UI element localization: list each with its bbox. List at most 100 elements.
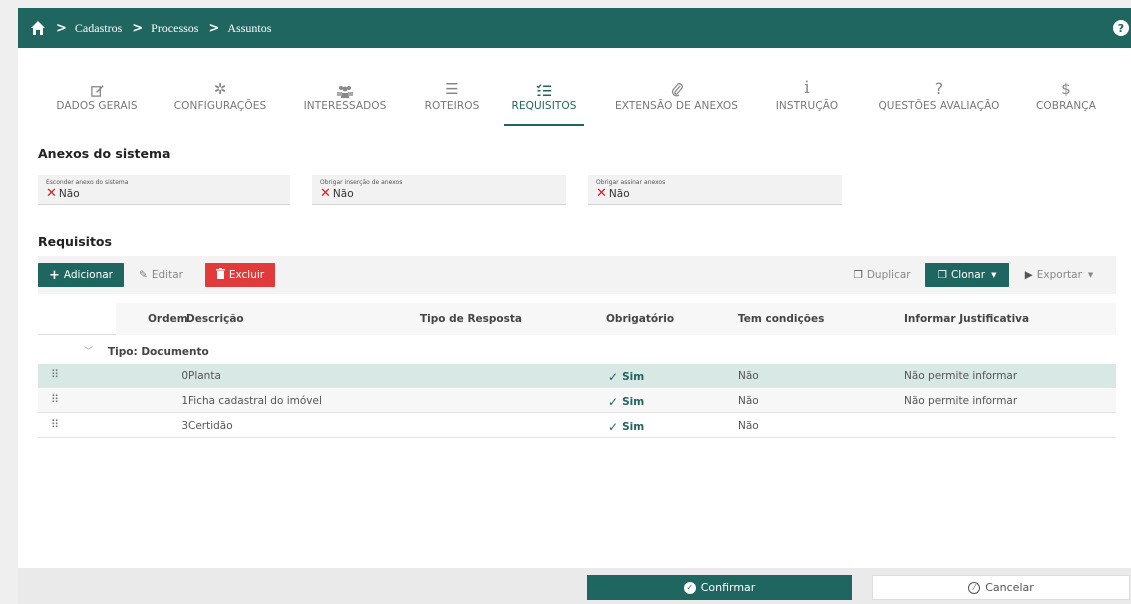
table-row[interactable]: ⠿ 1 Ficha cadastral do imóvel ✓ Sim Não N… <box>38 389 1116 413</box>
cell-tem-condicoes: Não <box>738 370 759 382</box>
cancel-button-label: Cancelar <box>985 581 1034 594</box>
tab-label: INSTRUÇÃO <box>775 100 839 112</box>
cell-tem-condicoes: Não <box>738 395 759 407</box>
clone-dropdown-button[interactable]: ❐ Clonar ▼ <box>925 263 1009 287</box>
chevron-right-icon: > <box>132 20 144 36</box>
clone-button-label: Clonar <box>950 269 986 281</box>
add-button[interactable]: + Adicionar <box>38 263 124 287</box>
chevron-down-icon[interactable]: ﹀ <box>84 344 93 357</box>
drag-handle-icon[interactable]: ⠿ <box>51 393 59 406</box>
export-button-label: Exportar <box>1036 269 1082 281</box>
grid-header: Ordem Descrição Tipo de Resposta Obrigat… <box>38 303 1116 335</box>
edit-icon: ✎ <box>139 269 148 281</box>
column-header-ordem[interactable]: Ordem <box>148 313 188 325</box>
edit-button[interactable]: ✎ Editar <box>134 263 188 287</box>
home-icon[interactable] <box>30 20 46 36</box>
cell-ordem: 1 <box>181 395 188 407</box>
field-value: ✕ Não <box>596 187 834 200</box>
field-value-text: Não <box>332 187 354 200</box>
tab-extensao-de-anexos[interactable]: EXTENSÃO DE ANEXOS <box>614 78 739 126</box>
cell-obrigatorio-text: Sim <box>622 421 645 433</box>
check-circle-icon: ✓ <box>683 581 696 594</box>
plus-icon: + <box>48 267 60 283</box>
edit-icon <box>90 78 105 98</box>
tab-label: QUESTÕES AVALIAÇÃO <box>878 100 1000 112</box>
copy-icon: ❐ <box>853 269 863 281</box>
cell-tem-condicoes: Não <box>738 420 759 432</box>
drag-handle-icon[interactable]: ⠿ <box>51 368 59 381</box>
confirm-button-label: Confirmar <box>700 581 756 594</box>
help-icon[interactable]: ? <box>1113 20 1129 36</box>
cell-obrigatorio: ✓ Sim <box>608 420 644 434</box>
field-label: Obrigar assinar anexos <box>596 179 666 186</box>
section-title-requisitos: Requisitos <box>38 234 112 249</box>
top-bar: > Cadastros > Processos > Assuntos ? <box>18 8 1131 48</box>
column-header-tem-condicoes[interactable]: Tem condições <box>738 313 824 325</box>
cell-ordem: 3 <box>181 420 188 432</box>
check-icon: ✓ <box>608 420 619 434</box>
tab-instrucao[interactable]: i INSTRUÇÃO <box>772 78 842 126</box>
field-value: ✕ Não <box>320 187 558 200</box>
tab-roteiros[interactable]: ☰ ROTEIROS <box>422 78 482 126</box>
add-button-label: Adicionar <box>63 269 113 281</box>
tab-label: REQUISITOS <box>511 100 577 112</box>
table-row[interactable]: ⠿ 0 Planta ✓ Sim Não Não permite informar <box>38 364 1116 388</box>
cell-descricao: Planta <box>188 370 221 382</box>
table-row[interactable]: ⠿ 3 Certidão ✓ Sim Não <box>38 414 1116 438</box>
check-icon: ✓ <box>608 395 619 409</box>
duplicate-button-label: Duplicar <box>866 269 911 281</box>
tab-cobranca[interactable]: $ COBRANÇA <box>1032 78 1100 126</box>
confirm-button[interactable]: ✓ Confirmar <box>587 575 852 600</box>
chevron-right-icon: > <box>208 20 220 36</box>
tab-requisitos[interactable]: REQUISITOS <box>504 78 584 126</box>
column-header-justificativa[interactable]: Informar Justificativa <box>904 313 1029 325</box>
dollar-icon: $ <box>1061 80 1071 98</box>
tab-bar: DADOS GERAIS ✲ CONFIGURAÇÕES INTERESSADO… <box>18 78 1131 126</box>
tab-label: CONFIGURAÇÕES <box>173 100 267 112</box>
caret-down-icon: ▼ <box>991 271 997 279</box>
tab-label: COBRANÇA <box>1035 100 1097 112</box>
export-dropdown-button[interactable]: ▶ Exportar ▼ <box>1016 263 1102 287</box>
tab-interessados[interactable]: INTERESSADOS <box>300 78 390 126</box>
tab-dados-gerais[interactable]: DADOS GERAIS <box>52 78 142 126</box>
caret-down-icon: ▼ <box>1087 271 1094 279</box>
cross-icon: ✕ <box>320 186 331 201</box>
cancel-button[interactable]: ⁄ Cancelar <box>872 575 1130 600</box>
ordered-list-icon <box>536 78 552 98</box>
breadcrumb-item-cadastros[interactable]: Cadastros <box>75 21 122 36</box>
users-icon <box>336 78 354 98</box>
breadcrumb-item-processos[interactable]: Processos <box>151 21 198 36</box>
ban-icon: ⁄ <box>968 581 981 594</box>
list-icon: ☰ <box>445 80 459 98</box>
section-title-anexos: Anexos do sistema <box>38 146 171 161</box>
cross-icon: ✕ <box>596 186 607 201</box>
question-icon: ? <box>934 79 944 98</box>
clone-icon: ❐ <box>937 269 947 281</box>
grid-toolbar: + Adicionar ✎ Editar Excluir ❐ Duplicar … <box>38 256 1116 294</box>
group-label: Tipo: Documento <box>108 346 209 358</box>
drag-handle-icon[interactable]: ⠿ <box>51 418 59 431</box>
duplicate-button[interactable]: ❐ Duplicar <box>850 263 914 287</box>
cell-obrigatorio: ✓ Sim <box>608 395 644 409</box>
tab-label: ROTEIROS <box>424 100 480 112</box>
check-icon: ✓ <box>608 370 619 384</box>
field-label: Obrigar inserção de anexos <box>320 179 403 186</box>
tab-questoes-avaliacao[interactable]: ? QUESTÕES AVALIAÇÃO <box>874 78 1004 126</box>
column-header-obrigatorio[interactable]: Obrigatório <box>606 313 674 325</box>
group-row[interactable]: ﹀ Tipo: Documento <box>38 342 1116 364</box>
cell-obrigatorio-text: Sim <box>622 396 645 408</box>
delete-button[interactable]: Excluir <box>205 263 275 287</box>
tab-configuracoes[interactable]: ✲ CONFIGURAÇÕES <box>170 78 270 126</box>
column-header-descricao[interactable]: Descrição <box>186 313 244 325</box>
column-header-tipo-resposta[interactable]: Tipo de Resposta <box>420 313 522 325</box>
breadcrumb-item-assuntos[interactable]: Assuntos <box>227 21 271 36</box>
cell-obrigatorio-text: Sim <box>622 371 645 383</box>
info-icon: i <box>804 78 810 98</box>
tab-label: EXTENSÃO DE ANEXOS <box>615 100 738 112</box>
trash-icon <box>215 268 225 282</box>
field-esconder-anexo: Esconder anexo do sistema ✕ Não <box>38 175 290 205</box>
chevron-right-icon: > <box>56 20 67 36</box>
cogs-icon: ✲ <box>213 80 227 98</box>
delete-button-label: Excluir <box>228 269 265 281</box>
field-obrigar-insercao: Obrigar inserção de anexos ✕ Não <box>312 175 566 205</box>
